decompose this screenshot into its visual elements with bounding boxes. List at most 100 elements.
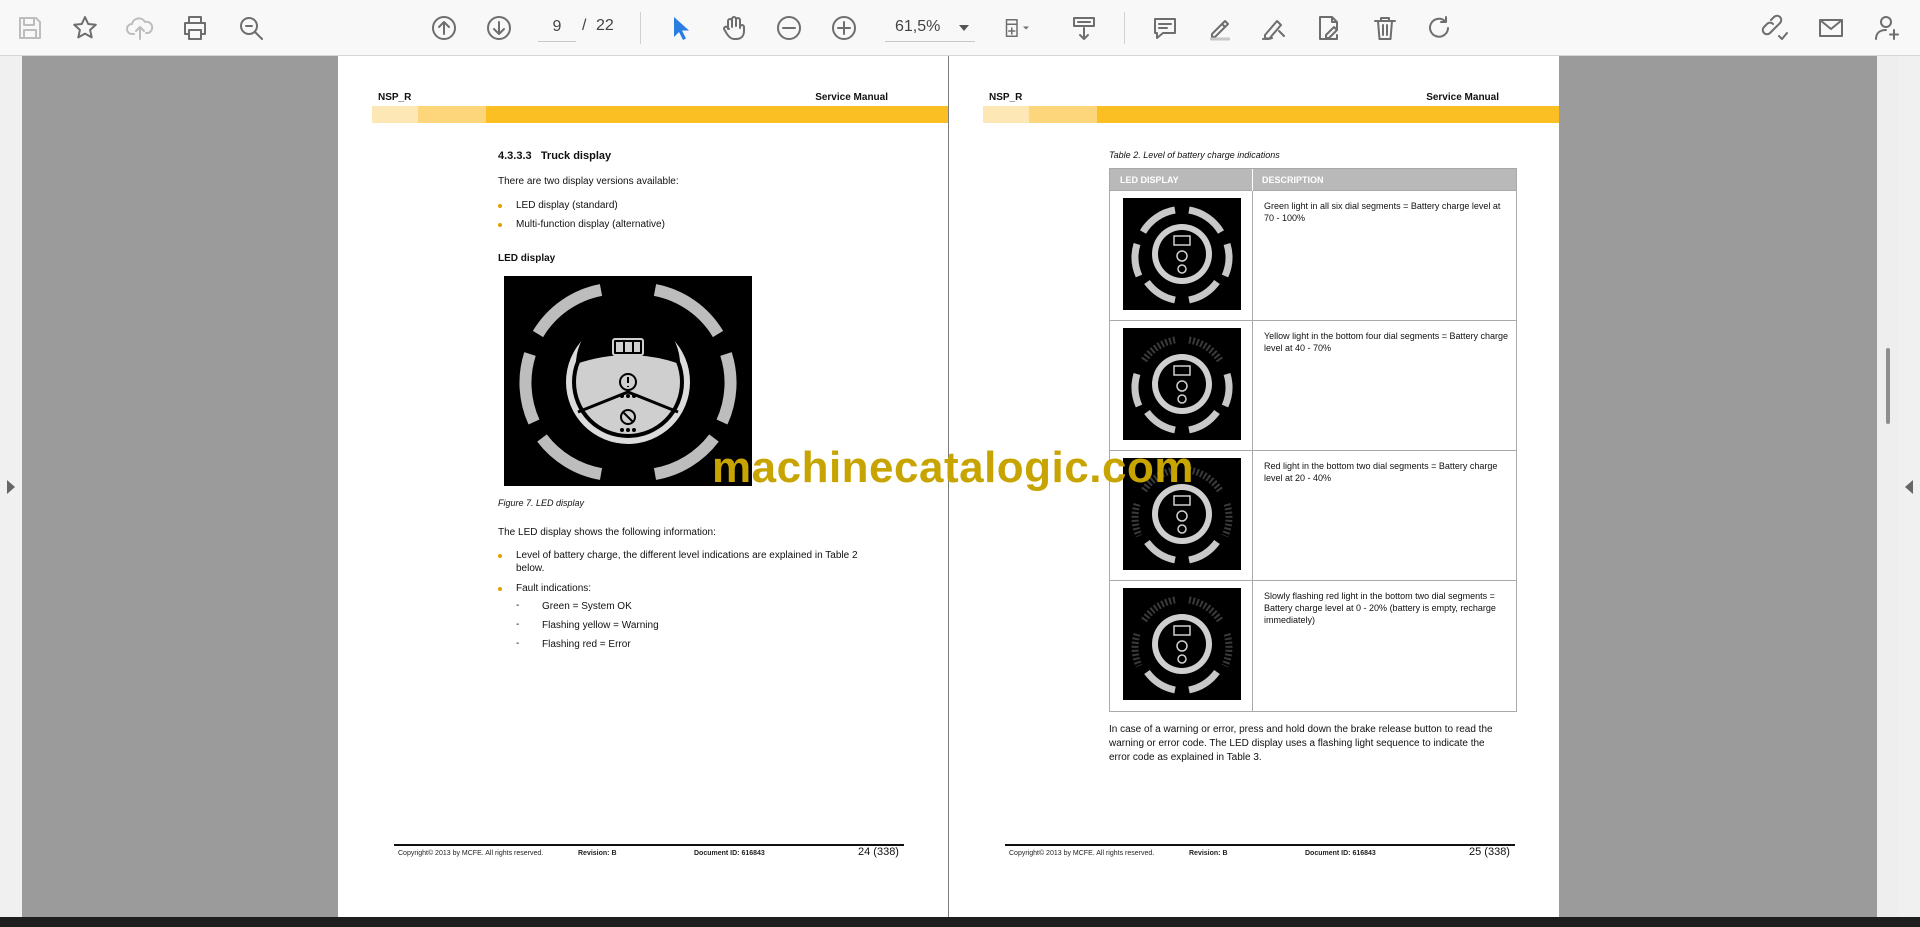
page-header-left: NSP_R [378,92,412,103]
print-icon[interactable] [177,10,213,46]
unlit-dial-segment [1131,502,1143,538]
highlight-pen-icon[interactable] [1202,10,1238,46]
footer-rule [394,844,904,846]
dash-marker: - [516,619,520,630]
version-item: LED display (standard) [516,200,618,211]
footer-document-id: Document ID: 616843 [1305,850,1376,857]
subheading-led-display: LED display [498,253,556,264]
lit-dial-segment [1188,409,1220,434]
fill-sign-icon[interactable] [1311,10,1347,46]
watermark-text: machinecatalogic.com [712,443,1194,492]
table-header-cell: LED DISPLAY [1120,175,1179,185]
table-caption: Table 2. Level of battery charge indicat… [1109,150,1280,160]
dial-center-inner [1158,360,1206,408]
dial-center-inner [1158,490,1206,538]
shows-info-text: The LED display shows the following info… [498,527,716,538]
dial-center-inner [1158,620,1206,668]
previous-page-icon[interactable] [426,10,462,46]
bullet-marker [498,204,502,208]
select-cursor-icon[interactable] [662,10,698,46]
footer-copyright: Copyright© 2013 by MCFE. All rights rese… [398,850,544,857]
intro-text: There are two display versions available… [498,176,679,187]
header-accent-band [372,106,948,123]
zoom-out-icon[interactable] [771,10,807,46]
lit-dial-segment [1188,669,1220,694]
table-row: Slowly flashing red light in the bottom … [1110,581,1516,711]
vertical-scrollbar[interactable] [1877,56,1899,917]
page-header-left: NSP_R [989,92,1023,103]
led-display-thumbnail [1123,588,1241,700]
save-icon[interactable] [12,10,48,46]
fault-item: Flashing yellow = Warning [542,620,659,631]
table-cell-description: Yellow light in the bottom four dial seg… [1264,331,1509,353]
info-item-line: Fault indications: [516,583,592,594]
fault-item: Flashing red = Error [542,639,631,650]
expand-right-panel-icon[interactable] [1905,480,1913,494]
page-header-right: Service Manual [1426,92,1499,103]
page-total: 22 [596,17,614,34]
hand-tool-icon[interactable] [716,10,752,46]
battery-level-table: LED DISPLAY DESCRIPTION Green light in a… [1109,168,1517,712]
table-row: Green light in all six dial segments = B… [1110,191,1516,321]
footer-copyright: Copyright© 2013 by MCFE. All rights rese… [1009,850,1155,857]
page-number-input[interactable] [538,12,576,42]
dash-marker: - [516,600,520,611]
footer-page-number: 25 (338) [1469,846,1510,858]
table-header-row: LED DISPLAY DESCRIPTION [1110,169,1516,191]
table-cell-description: Slowly flashing red light in the bottom … [1264,591,1496,625]
led-dial-graphic [1131,206,1233,304]
version-item: Multi-function display (alternative) [516,219,665,230]
after-table-line: error code as explained in Table 3. [1109,752,1262,763]
page-separator: / [582,17,587,34]
email-icon[interactable] [1813,10,1849,46]
section-heading: 4.3.3.3 Truck display [498,150,611,163]
lit-dial-segment [1188,279,1220,304]
comment-icon[interactable] [1147,10,1183,46]
after-table-line: In case of a warning or error, press and… [1109,724,1493,735]
led-dial-graphic [1131,336,1233,434]
page-fit-icon[interactable] [994,10,1040,46]
lit-dial-segment [1221,372,1233,408]
page-header-right: Service Manual [815,92,888,103]
toolbar-divider [640,12,641,44]
bookmark-star-icon[interactable] [67,10,103,46]
after-table-line: warning or error code. The LED display u… [1109,738,1485,749]
figure-caption: Figure 7. LED display [498,498,585,508]
bullet-marker [498,223,502,227]
footer-document-id: Document ID: 616843 [694,850,765,857]
led-display-thumbnail [1123,198,1241,310]
footer-revision: Revision: B [1189,850,1228,857]
bullet-marker [498,554,502,558]
info-item-line: below. [516,563,545,574]
section-number: 4.3.3.3 [498,150,532,162]
share-link-icon[interactable] [1757,10,1793,46]
lit-dial-segment [1144,409,1176,434]
lit-dial-segment [1188,539,1220,564]
toolbar: / 22 61,5% [0,0,1920,56]
table-row: Yellow light in the bottom four dial seg… [1110,321,1516,451]
zoom-level-value: 61,5% [895,18,941,35]
footer-rule [1005,844,1515,846]
lit-dial-segment [1144,539,1176,564]
lit-dial-segment [1221,242,1233,278]
expand-left-panel-icon[interactable] [7,480,15,494]
upload-cloud-icon[interactable] [122,10,158,46]
next-page-icon[interactable] [481,10,517,46]
delete-icon[interactable] [1367,10,1403,46]
rotate-icon[interactable] [1421,10,1457,46]
dash-marker: - [516,638,520,649]
zoom-in-icon[interactable] [826,10,862,46]
lit-dial-segment [1131,242,1143,278]
zoom-search-icon[interactable] [233,10,269,46]
add-user-icon[interactable] [1870,10,1906,46]
zoom-level-dropdown[interactable]: 61,5% [885,12,975,42]
table-header-cell: DESCRIPTION [1262,175,1324,185]
draw-icon[interactable] [1256,10,1292,46]
info-item-line: Level of battery charge, the different l… [516,550,858,561]
scroll-mode-icon[interactable] [1066,10,1102,46]
scrollbar-thumb[interactable] [1886,348,1890,424]
footer-page-number: 24 (338) [858,846,899,858]
table-cell-description: Green light in all six dial segments = B… [1264,201,1501,223]
fault-item: Green = System OK [542,601,632,612]
chevron-down-icon [959,25,969,31]
